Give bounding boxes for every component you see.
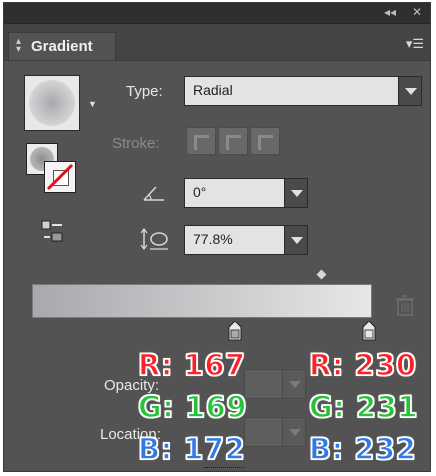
resize-grip[interactable] xyxy=(204,467,244,471)
chevron-down-icon[interactable] xyxy=(398,76,422,106)
left-stop-red-annotation: R: 167 xyxy=(137,347,246,383)
type-label: Type: xyxy=(126,83,163,100)
aspect-ratio-field[interactable]: 77.8% xyxy=(184,225,308,255)
left-stop-blue-annotation: B: 172 xyxy=(137,431,246,467)
gradient-preview xyxy=(29,80,75,126)
stroke-swatch[interactable] xyxy=(44,161,76,193)
panel-titlebar: ◂◂ ✕ xyxy=(4,3,430,24)
angle-field[interactable]: 0° xyxy=(184,178,308,208)
delete-stop-icon[interactable] xyxy=(395,295,415,317)
none-stroke-icon xyxy=(46,163,74,191)
type-dropdown[interactable]: Radial xyxy=(184,76,422,106)
type-value: Radial xyxy=(193,82,233,98)
panel-menu-icon[interactable]: ▾☰ xyxy=(406,36,424,52)
chevron-down-icon[interactable] xyxy=(282,369,306,399)
stroke-label: Stroke: xyxy=(112,135,160,152)
fill-stroke-selector xyxy=(26,143,86,197)
stroke-along-button[interactable] xyxy=(218,127,248,155)
double-chevron-left-icon[interactable]: ◂◂ xyxy=(384,5,396,19)
right-stop-red-annotation: R: 230 xyxy=(308,347,417,383)
opacity-field[interactable] xyxy=(244,369,306,399)
right-stop-green-annotation: G: 231 xyxy=(308,389,419,425)
color-stop-left[interactable] xyxy=(228,321,242,341)
stroke-within-button[interactable] xyxy=(186,127,216,155)
chevron-down-icon[interactable] xyxy=(282,417,306,447)
chevron-down-icon[interactable]: ▼ xyxy=(88,99,97,109)
color-stop-right[interactable] xyxy=(362,321,376,341)
chevron-down-icon[interactable] xyxy=(284,178,308,208)
aspect-ratio-value: 77.8% xyxy=(193,231,233,247)
aspect-ratio-icon xyxy=(140,228,168,250)
tab-gradient[interactable]: ▴ ▾ Gradient xyxy=(8,32,116,60)
angle-icon xyxy=(143,186,164,201)
tab-expand-icon[interactable]: ▴ ▾ xyxy=(16,37,21,55)
tab-label: Gradient xyxy=(31,38,93,55)
gradient-thumbnail[interactable] xyxy=(24,75,80,131)
reverse-gradient-icon[interactable] xyxy=(40,219,68,245)
close-icon[interactable]: ✕ xyxy=(412,5,422,19)
stroke-across-button[interactable] xyxy=(250,127,280,155)
angle-value: 0° xyxy=(193,184,207,200)
location-field[interactable] xyxy=(244,417,306,447)
left-stop-green-annotation: G: 169 xyxy=(137,389,248,425)
gradient-midpoint-handle[interactable] xyxy=(316,269,327,280)
gradient-slider[interactable] xyxy=(32,284,372,318)
right-stop-blue-annotation: B: 232 xyxy=(308,431,417,467)
tab-row: ▴ ▾ Gradient ▾☰ xyxy=(4,24,430,61)
chevron-down-icon[interactable] xyxy=(284,225,308,255)
